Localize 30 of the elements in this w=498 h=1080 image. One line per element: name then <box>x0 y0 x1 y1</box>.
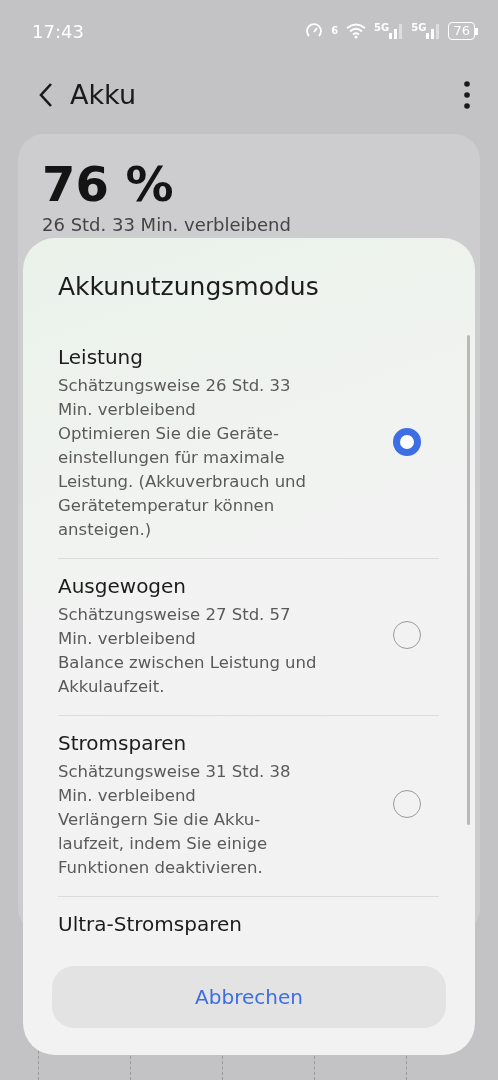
radio-button[interactable] <box>393 428 421 456</box>
option-estimate: Schätzungsweise 31 Std. 38 Min. verbleibend <box>58 761 292 807</box>
mode-option[interactable]: Ausgewogen Schätzungsweise 27 Std. 57 Min. verbleibend Balance zwischen Leistung und Akkulaufzeit. <box>58 559 439 716</box>
option-title: Stromsparen <box>58 730 188 757</box>
option-title: Ausgewogen <box>58 573 188 600</box>
option-estimate: Schätzungsweise 26 Std. 33 Min. verbleibend <box>58 375 292 421</box>
mode-option[interactable]: Stromsparen Schätzungsweise 31 Std. 38 Min. verbleibend Verlängern Sie die Akku-laufzeit, indem Sie einige Funktionen deaktivieren. <box>58 716 439 897</box>
wifi-band-label: 6 <box>331 26 339 36</box>
page-title: Akku <box>70 77 137 112</box>
status-time: 17:43 <box>32 19 84 44</box>
option-description: Optimieren Sie die Geräte-einstellungen für maximale Leistung. (Akkuverbrauch und Gerätetemperatur können ansteigen.) <box>58 423 308 541</box>
option-description: Balance zwischen Leistung und Akkulaufzeit. <box>58 652 318 698</box>
option-title: Ultra-Stromsparen <box>58 911 243 938</box>
network-label: 5G <box>411 23 427 33</box>
option-title: Leistung <box>58 344 144 371</box>
battery-percent: 76 % <box>42 158 175 211</box>
dialog-title: Akkunutzungsmodus <box>57 271 320 303</box>
remaining-time: 26 Std. 33 Min. verbleibend <box>42 212 292 237</box>
signal-icon <box>426 23 441 39</box>
cancel-button[interactable]: Abbrechen <box>52 966 446 1028</box>
back-icon[interactable] <box>38 82 54 108</box>
option-description: Verlängern Sie die Akku-laufzeit, indem Sie einige Funktionen deaktivieren. <box>58 809 269 879</box>
option-estimate: Schätzungsweise 27 Std. 57 Min. verbleibend <box>58 604 292 650</box>
signal-icon <box>389 23 404 39</box>
wifi-icon <box>346 23 367 39</box>
mode-option[interactable]: Leistung Schätzungsweise 26 Std. 33 Min. verbleibend Optimieren Sie die Geräte-einstellungen für maximale Leistung. (Akkuverbrauch und Gerätetemperatur können ansteigen.) <box>58 330 439 559</box>
battery-tip-icon <box>475 27 478 35</box>
network-label: 5G <box>374 23 390 33</box>
mode-option[interactable]: Ultra-Stromsparen <box>58 897 439 950</box>
more-options-icon[interactable] <box>464 81 470 109</box>
